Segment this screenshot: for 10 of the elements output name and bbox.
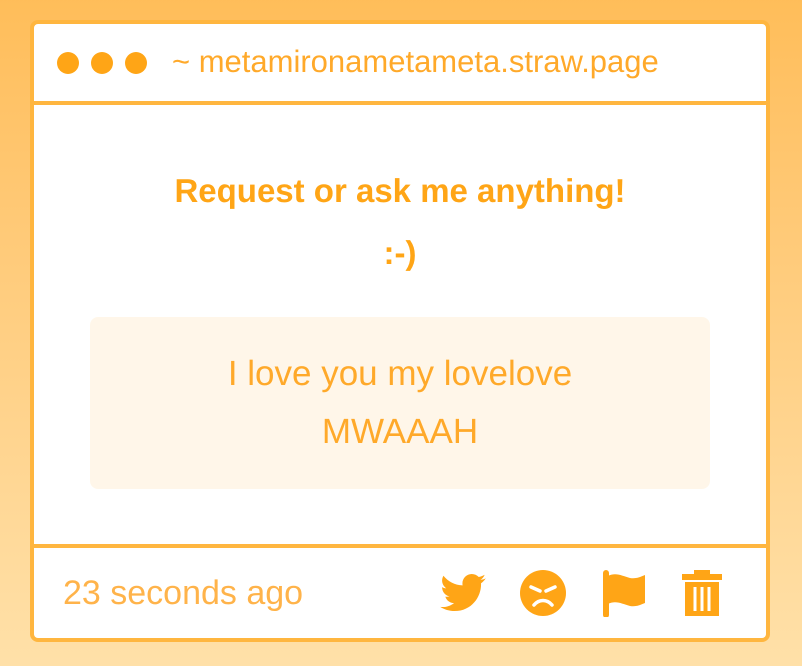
angry-face-icon[interactable] <box>520 570 566 616</box>
window-dots-icon <box>56 50 148 74</box>
page-address: ~ metamironametameta.straw.page <box>172 43 659 82</box>
prompt-subheading: :-) <box>384 233 416 273</box>
prompt-heading: Request or ask me anything! <box>174 171 626 211</box>
trash-icon[interactable] <box>682 570 722 616</box>
message-text: I love you my lovelove MWAAAH <box>226 353 574 453</box>
bird-icon[interactable] <box>440 574 486 612</box>
timestamp: 23 seconds ago <box>63 572 304 614</box>
flag-icon[interactable] <box>600 569 648 617</box>
